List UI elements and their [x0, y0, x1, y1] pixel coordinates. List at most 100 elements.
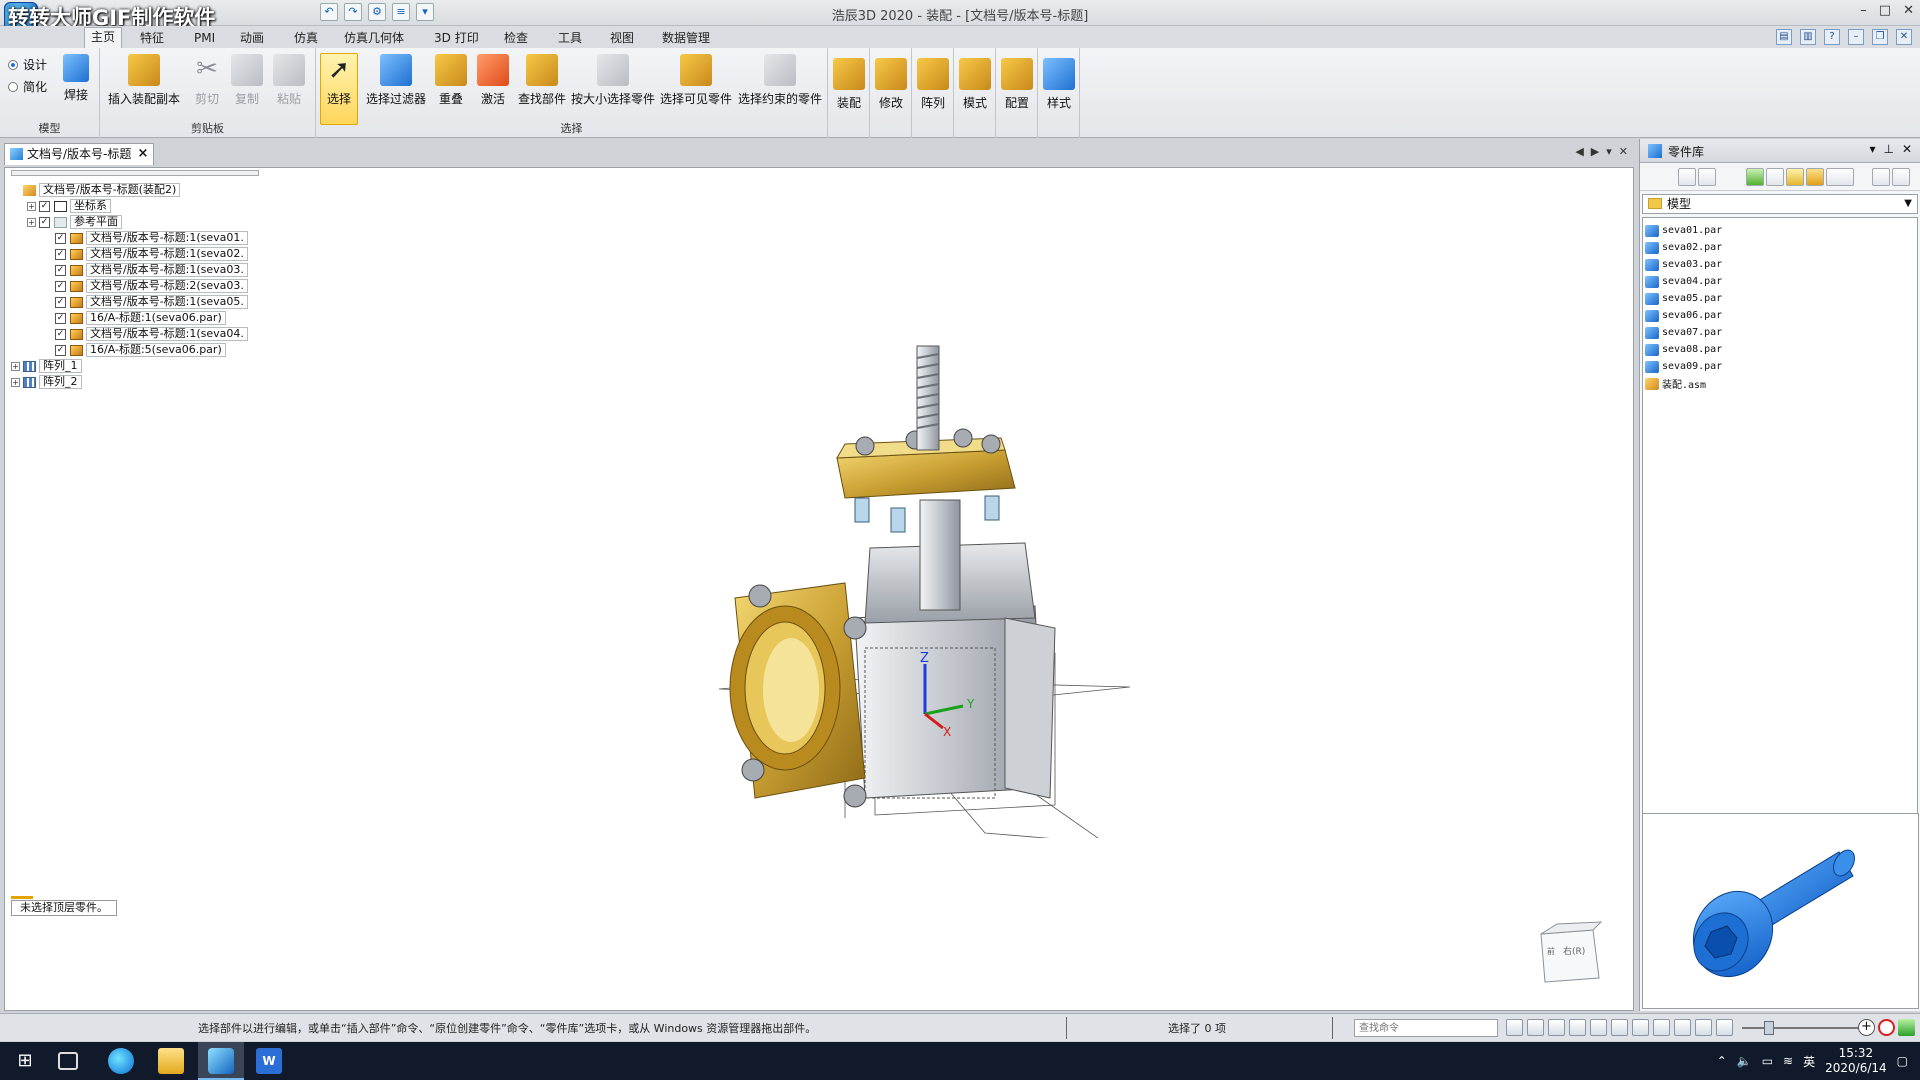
list-item[interactable]: seva08.par — [1645, 341, 1915, 358]
upload-icon[interactable] — [1898, 1019, 1915, 1036]
paste-button[interactable]: 粘贴 — [272, 54, 306, 107]
stop-icon[interactable] — [1878, 1019, 1895, 1036]
insert-assembly-copy-button[interactable]: 插入装配副本 — [106, 54, 182, 107]
tree-expander-icon[interactable]: + — [27, 217, 36, 227]
fit-icon[interactable] — [1569, 1019, 1586, 1036]
back-arrow-icon[interactable] — [1746, 168, 1764, 186]
tree-node[interactable]: + 阵列_1 — [11, 358, 291, 374]
render-icon[interactable] — [1695, 1019, 1712, 1036]
arrow-right-icon[interactable] — [1506, 1019, 1523, 1036]
document-tab[interactable]: 文档号/版本号-标题 × — [4, 143, 155, 165]
activate-button[interactable]: 激活 — [476, 54, 510, 107]
list-item[interactable]: seva04.par — [1645, 273, 1915, 290]
tree-node[interactable]: + ✓ 参考平面 — [11, 214, 291, 230]
tab-pmi[interactable]: PMI — [188, 29, 221, 48]
word-icon[interactable]: W — [256, 1048, 282, 1074]
command-search-input[interactable] — [1354, 1019, 1498, 1037]
tree-expander-icon[interactable]: + — [11, 361, 20, 371]
options-icon[interactable]: ▥ — [1800, 29, 1816, 45]
select-by-size-button[interactable]: 按大小选择零件 — [570, 54, 656, 107]
list-item[interactable]: seva02.par — [1645, 239, 1915, 256]
tab-home[interactable]: 主页 — [84, 27, 123, 48]
tab-sim-geometry[interactable]: 仿真几何体 — [338, 29, 410, 48]
tree-expander-icon[interactable]: + — [27, 201, 36, 211]
zoom-slider-track[interactable] — [1742, 1027, 1862, 1029]
file-explorer-icon[interactable] — [158, 1048, 184, 1074]
list-item[interactable]: seva01.par — [1645, 222, 1915, 239]
close-doc-window-icon[interactable]: ✕ — [1619, 145, 1628, 158]
zoom-area-icon[interactable] — [1527, 1019, 1544, 1036]
mold-button[interactable]: 模式 — [958, 54, 992, 111]
list-item[interactable]: seva09.par — [1645, 358, 1915, 375]
close-icon[interactable]: ✕ — [1903, 3, 1914, 18]
assemble-button[interactable]: 装配 — [832, 54, 866, 111]
shading-icon[interactable] — [1653, 1019, 1670, 1036]
select-button[interactable]: ➚ 选择 — [320, 53, 358, 125]
tab-3d-print[interactable]: 3D 打印 — [428, 29, 485, 48]
pattern-button[interactable]: 阵列 — [916, 54, 950, 111]
tree-node[interactable]: 文档号/版本号-标题(装配2) — [11, 182, 291, 198]
modify-button[interactable]: 修改 — [874, 54, 908, 111]
tree-node[interactable]: + 阵列_2 — [11, 374, 291, 390]
graphics-viewport[interactable]: 文档号/版本号-标题(装配2) + ✓ 坐标系 + ✓ 参考平面 ✓ 文档号/版本号-标题:1(… — [4, 167, 1634, 1011]
tab-simulation[interactable]: 仿真 — [288, 29, 324, 48]
tab-features[interactable]: 特征 — [134, 29, 170, 48]
panel-menu-icon[interactable]: ▾ — [1869, 142, 1875, 156]
forward-arrow-icon[interactable] — [1766, 168, 1784, 186]
tray-chevron-up-icon[interactable]: ⌃ — [1717, 1054, 1727, 1068]
config-button[interactable]: 配置 — [1000, 54, 1034, 111]
list-item[interactable]: 装配.asm — [1645, 375, 1915, 392]
tree-node[interactable]: ✓ 16/A-标题:5(seva06.par) — [11, 342, 291, 358]
zoom-in-icon[interactable]: + — [1858, 1019, 1875, 1036]
battery-icon[interactable]: ▭ — [1762, 1054, 1773, 1068]
valve-assembly-model[interactable]: Z Y X — [705, 318, 1165, 838]
list-item[interactable]: seva06.par — [1645, 307, 1915, 324]
filter-settings-icon[interactable] — [1872, 168, 1890, 186]
overlap-button[interactable]: 重叠 — [434, 54, 468, 107]
tree-checkbox[interactable]: ✓ — [55, 328, 66, 340]
pan-icon[interactable] — [1590, 1019, 1607, 1036]
rotate-icon[interactable] — [1611, 1019, 1628, 1036]
prev-doc-icon[interactable]: ◀ — [1575, 145, 1583, 158]
tree-node[interactable]: ✓ 文档号/版本号-标题:1(seva05. — [11, 294, 291, 310]
tree-checkbox[interactable]: ✓ — [55, 248, 66, 260]
doc-list-icon[interactable]: ▾ — [1606, 145, 1612, 158]
view-mode-icon[interactable] — [1678, 168, 1696, 186]
copy-button[interactable]: 复制 — [230, 54, 264, 107]
tree-checkbox[interactable]: ✓ — [39, 216, 50, 228]
panel-close-icon[interactable]: ✕ — [1902, 142, 1912, 156]
clock[interactable]: 15:32 2020/6/14 — [1825, 1046, 1887, 1076]
pin-icon[interactable]: ⊥ — [1883, 142, 1893, 156]
tab-inspect[interactable]: 检查 — [498, 29, 534, 48]
style-button[interactable]: 样式 — [1042, 54, 1076, 111]
list-item[interactable]: seva03.par — [1645, 256, 1915, 273]
maximize-icon[interactable]: □ — [1879, 3, 1891, 18]
tree-node[interactable]: ✓ 文档号/版本号-标题:1(seva02. — [11, 246, 291, 262]
select-constrained-button[interactable]: 选择约束的零件 — [736, 54, 824, 107]
tab-animation[interactable]: 动画 — [234, 29, 270, 48]
tree-node[interactable]: ✓ 文档号/版本号-标题:2(seva03. — [11, 278, 291, 294]
layout-icon[interactable]: ▤ — [1776, 29, 1792, 45]
tree-expander-icon[interactable]: + — [11, 377, 20, 387]
select-filter-button[interactable]: 选择过滤器 — [364, 54, 428, 107]
view-cube[interactable]: 前 右(R) — [1535, 920, 1605, 984]
tab-data-management[interactable]: 数据管理 — [656, 29, 716, 48]
home-icon[interactable] — [1698, 168, 1716, 186]
zoom-icon[interactable] — [1548, 1019, 1565, 1036]
wifi-icon[interactable]: ≋ — [1783, 1054, 1793, 1068]
tree-checkbox[interactable]: ✓ — [55, 232, 66, 244]
edge-browser-icon[interactable] — [108, 1048, 134, 1074]
notification-icon[interactable]: ▢ — [1897, 1054, 1908, 1068]
volume-icon[interactable]: 🔈 — [1737, 1054, 1752, 1068]
tree-node[interactable]: + ✓ 坐标系 — [11, 198, 291, 214]
minimize-ribbon-icon[interactable]: – — [1848, 29, 1864, 45]
tab-view[interactable]: 视图 — [604, 29, 640, 48]
next-doc-icon[interactable]: ▶ — [1591, 145, 1599, 158]
tree-checkbox[interactable]: ✓ — [55, 312, 66, 324]
display-icon[interactable] — [1674, 1019, 1691, 1036]
up-folder-icon[interactable] — [1786, 168, 1804, 186]
tab-tools[interactable]: 工具 — [552, 29, 588, 48]
list-item[interactable]: seva07.par — [1645, 324, 1915, 341]
windows-start-icon[interactable]: ⊞ — [12, 1048, 38, 1074]
tree-checkbox[interactable]: ✓ — [55, 296, 66, 308]
